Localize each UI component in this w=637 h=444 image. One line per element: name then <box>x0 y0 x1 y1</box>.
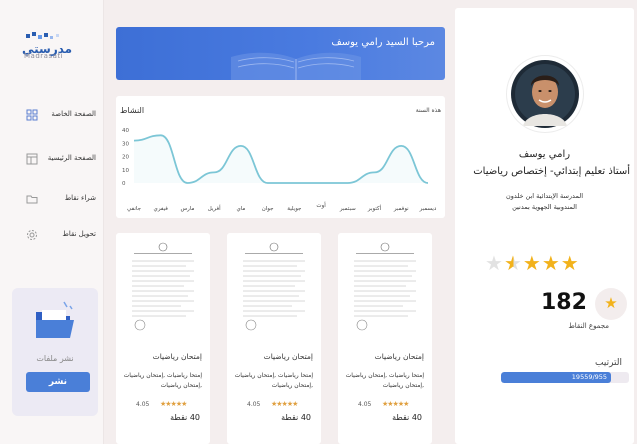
document-points: 40 نقطة <box>392 413 422 422</box>
y-tick-label: 40 <box>122 128 129 134</box>
document-card[interactable]: إمتحان رياضيات إمتحا رياضيات ,إمتحان ريا… <box>116 233 210 444</box>
star-icon: ★ <box>560 251 580 275</box>
document-rating: 4.05 <box>358 401 372 408</box>
document-thumbnail <box>348 239 422 333</box>
x-tick-label: جانفي <box>127 206 141 212</box>
rank-text: 19559/955 <box>571 373 608 381</box>
profile-role: أستاذ تعليم إبتدائي- إختصاص رياضيات <box>473 166 630 177</box>
activity-chart: 0 10 20 30 40 ديسمبر نوفمبر أكتوبر سبتمبر أوت جويل… <box>122 128 437 212</box>
y-tick-label: 30 <box>122 141 129 147</box>
folder-upload-icon <box>36 301 74 338</box>
document-title: إمتحان رياضيات <box>263 352 313 361</box>
document-stars: ★★★★★ <box>271 400 298 408</box>
star-icon: ★ <box>485 251 504 275</box>
rank-title: الترتيب <box>595 358 622 368</box>
document-thumbnail <box>237 239 311 333</box>
sidebar: مدرستي Madrasati الصفحة الخاصة الصفحة ال… <box>0 0 104 444</box>
points-total: 182 <box>541 290 587 315</box>
x-tick-label: سبتمبر <box>339 206 356 212</box>
series-area <box>134 135 428 183</box>
sidebar-item-label: تحويل نقاط <box>62 230 96 238</box>
school-line: المندوبية الجهوية بمدنين <box>512 203 577 211</box>
profile-rating-stars: ★★★★★ <box>485 251 580 275</box>
y-tick-label: 20 <box>122 155 129 161</box>
document-description: إمتحا رياضيات ,إمتحان رياضيات ,إمتحان ري… <box>345 372 424 389</box>
points-label: مجموع النقاط <box>568 322 609 330</box>
sidebar-item-label: الصفحة الرئيسية <box>47 154 96 162</box>
app-logo[interactable]: مدرستي Madrasati <box>18 30 88 62</box>
profile-name: رامي يوسف <box>518 149 571 160</box>
x-tick-label: ماي <box>236 206 245 212</box>
grid-icon <box>26 109 38 121</box>
rank-progress-bar: 19559/955 <box>501 372 629 383</box>
chart-title: النشاط <box>120 106 145 115</box>
x-tick-label: نوفمبر <box>393 206 409 212</box>
y-tick-label: 10 <box>122 168 129 174</box>
x-tick-label: فيفري <box>154 206 169 212</box>
activity-chart-card: 0 10 20 30 40 ديسمبر نوفمبر أكتوبر سبتمبر أوت جويل… <box>116 96 445 218</box>
school-line: المدرسة الإبتدائية ابن خلدون <box>505 192 584 200</box>
document-title: إمتحان رياضيات <box>374 352 424 361</box>
document-stars: ★★★★★ <box>160 400 187 408</box>
profile-panel: رامي يوسف أستاذ تعليم إبتدائي- إختصاص ري… <box>455 8 634 444</box>
y-tick-label: 0 <box>122 181 126 187</box>
upload-label: نشر ملفات <box>36 354 74 363</box>
document-card[interactable]: إمتحان رياضيات إمتحا رياضيات ,إمتحان ريا… <box>338 233 432 444</box>
document-card[interactable]: إمتحان رياضيات إمتحا رياضيات ,إمتحان ريا… <box>227 233 321 444</box>
upload-card: نشر ملفات نشر <box>12 288 98 416</box>
gear-icon <box>27 230 37 240</box>
sidebar-item-label: الصفحة الخاصة <box>51 110 96 118</box>
sidebar-item-personal-page[interactable]: الصفحة الخاصة <box>0 106 104 126</box>
document-rating: 4.05 <box>136 401 150 408</box>
x-tick-label: أوت <box>316 201 326 209</box>
avatar-photo <box>511 60 579 128</box>
welcome-banner: مرحبا السيد رامي يوسف <box>116 27 445 80</box>
x-tick-label: أكتوبر <box>367 204 382 212</box>
document-title: إمتحان رياضيات <box>152 352 202 361</box>
publish-button[interactable]: نشر <box>26 372 90 392</box>
document-points: 40 نقطة <box>281 413 311 422</box>
sidebar-item-label: شراء نقاط <box>64 194 96 202</box>
logo-subtitle: Madrasati <box>24 52 64 60</box>
document-stars: ★★★★★ <box>382 400 409 408</box>
star-icon: ★ <box>503 251 523 275</box>
folder-icon <box>26 195 38 204</box>
x-tick-label: جوان <box>262 206 274 212</box>
document-points: 40 نقطة <box>170 413 200 422</box>
profile-school: المدرسة الإبتدائية ابن خلدون المندوبية ا… <box>455 191 634 213</box>
book-illustration <box>231 52 361 80</box>
document-rating: 4.05 <box>247 401 261 408</box>
x-tick-label: أفريل <box>208 204 221 212</box>
x-tick-label: جويلية <box>287 206 301 212</box>
star-icon: ★ <box>541 251 561 275</box>
sidebar-item-home-page[interactable]: الصفحة الرئيسية <box>0 150 104 170</box>
chart-period-filter[interactable]: هذه السنة <box>416 107 441 114</box>
document-thumbnail <box>126 239 200 333</box>
x-tick-label: مارس <box>180 206 194 212</box>
document-description: إمتحا رياضيات ,إمتحان رياضيات ,إمتحان ري… <box>123 372 202 389</box>
points-star-icon: ★ <box>595 288 627 320</box>
sidebar-item-buy-points[interactable]: شراء نقاط <box>0 190 104 210</box>
rank-progress-fill: 19559/955 <box>501 372 612 383</box>
welcome-title: مرحبا السيد رامي يوسف <box>331 37 435 48</box>
star-icon: ★ <box>522 251 542 275</box>
document-description: إمتحا رياضيات ,إمتحان رياضيات ,إمتحان ري… <box>234 372 313 389</box>
sidebar-item-transfer-points[interactable]: تحويل نقاط <box>0 226 104 246</box>
avatar[interactable] <box>507 56 583 132</box>
x-tick-label: ديسمبر <box>419 206 437 212</box>
layout-icon <box>26 153 38 165</box>
